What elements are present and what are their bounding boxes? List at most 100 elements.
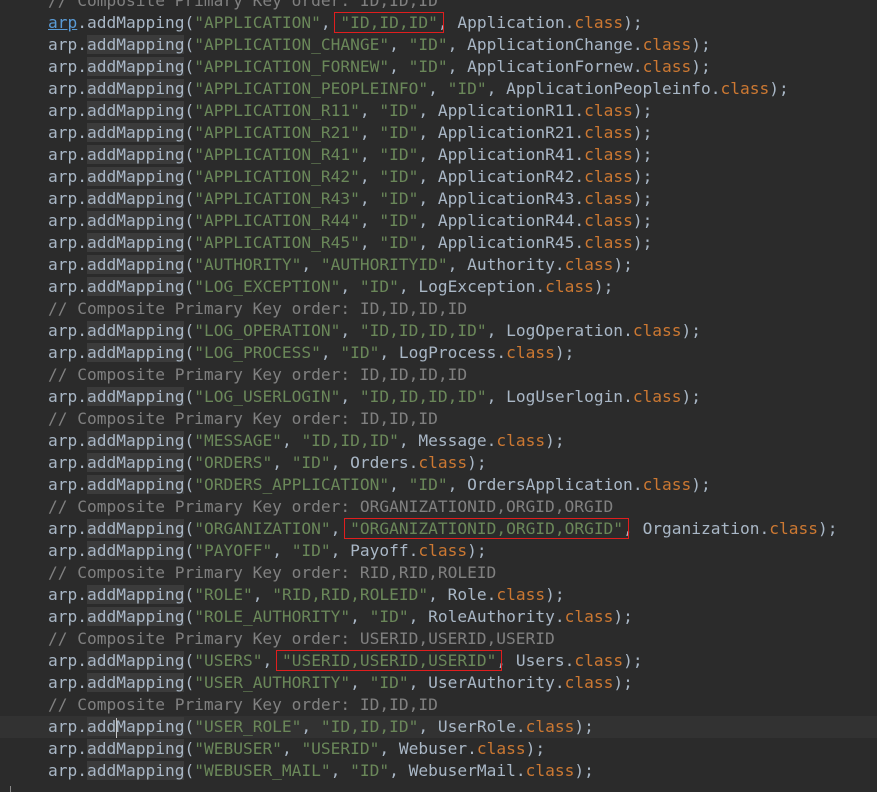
dot: . bbox=[77, 321, 87, 340]
code-line[interactable]: arp.addMapping("APPLICATION_CHANGE", "ID… bbox=[0, 34, 877, 56]
comma: , bbox=[379, 343, 399, 362]
code-line[interactable]: arp.addMapping("USER_ROLE", "ID,ID,ID", … bbox=[0, 716, 877, 738]
class-name: ApplicationR21 bbox=[437, 123, 575, 142]
dot: . bbox=[759, 519, 770, 538]
close-paren-semicolon: ); bbox=[632, 101, 653, 120]
class-name: Role bbox=[447, 585, 487, 604]
comma: , bbox=[437, 13, 458, 32]
object-ref: arp bbox=[48, 651, 78, 670]
code-line[interactable]: arp.addMapping("APPLICATION_R45", "ID", … bbox=[0, 232, 877, 254]
code-editor[interactable]: // Composite Primary Key order: ID,ID,ID… bbox=[0, 0, 877, 792]
code-line[interactable]: arp.addMapping("APPLICATION_PEOPLEINFO",… bbox=[0, 78, 877, 100]
comma: , bbox=[418, 145, 438, 164]
comma: , bbox=[486, 387, 507, 406]
class-name: Users bbox=[515, 651, 565, 670]
close-paren-semicolon: ); bbox=[623, 13, 643, 32]
code-line[interactable]: arp.addMapping("USER_AUTHORITY", "ID", U… bbox=[0, 672, 877, 694]
code-line[interactable]: arp.addMapping("LOG_OPERATION", "ID,ID,I… bbox=[0, 320, 877, 342]
code-line[interactable]: arp.addMapping("LOG_PROCESS", "ID", LogP… bbox=[0, 342, 877, 364]
table-name-string: "PAYOFF" bbox=[194, 541, 273, 560]
dot: . bbox=[77, 651, 87, 670]
primary-key-string: "ID" bbox=[369, 673, 409, 692]
code-line[interactable]: arp.addMapping("APPLICATION_R43", "ID", … bbox=[0, 188, 877, 210]
primary-key-string: "ID" bbox=[291, 541, 331, 560]
code-line[interactable]: arp.addMapping("APPLICATION_R11", "ID", … bbox=[0, 100, 877, 122]
table-name-string: "LOG_OPERATION" bbox=[194, 321, 341, 340]
close-paren-semicolon: ); bbox=[632, 145, 653, 164]
dot: . bbox=[77, 739, 87, 758]
class-keyword: class bbox=[564, 607, 614, 626]
open-paren: ( bbox=[184, 431, 195, 450]
dot: . bbox=[496, 343, 507, 362]
code-line[interactable]: arp.addMapping("APPLICATION_R42", "ID", … bbox=[0, 166, 877, 188]
primary-key-string: "ID" bbox=[408, 35, 448, 54]
code-line[interactable]: arp.addMapping("MESSAGE", "ID,ID,ID", Me… bbox=[0, 430, 877, 452]
close-paren-semicolon: ); bbox=[681, 387, 702, 406]
comma: , bbox=[408, 607, 429, 626]
code-line[interactable]: arp.addMapping("APPLICATION_FORNEW", "ID… bbox=[0, 56, 877, 78]
class-keyword: class bbox=[506, 343, 555, 362]
open-paren: ( bbox=[184, 167, 195, 186]
comma: , bbox=[301, 255, 321, 274]
comma: , bbox=[389, 57, 409, 76]
comma: , bbox=[389, 35, 409, 54]
table-name-string: "APPLICATION_R43" bbox=[194, 189, 360, 208]
method-name: addMapping bbox=[87, 607, 185, 626]
code-line[interactable]: arp.addMapping("APPLICATION_R44", "ID", … bbox=[0, 210, 877, 232]
comma: , bbox=[350, 673, 370, 692]
object-ref: arp bbox=[48, 167, 78, 186]
comment-line[interactable]: // Composite Primary Key order: ID,ID,ID… bbox=[0, 364, 877, 386]
object-ref: arp bbox=[48, 277, 78, 296]
comment-line[interactable]: // Composite Primary Key order: USERID,U… bbox=[0, 628, 877, 650]
open-paren: ( bbox=[184, 453, 195, 472]
comment-line[interactable]: // Composite Primary Key order: ID,ID,ID bbox=[0, 408, 877, 430]
primary-key-string: "ID" bbox=[359, 277, 399, 296]
table-name-string: "WEBUSER" bbox=[194, 739, 282, 758]
code-line[interactable]: arp.addMapping("WEBUSER", "USERID", Webu… bbox=[0, 738, 877, 760]
comment-line[interactable]: // Composite Primary Key order: ID,ID,ID bbox=[0, 694, 877, 716]
table-name-string: "USERS" bbox=[194, 651, 263, 670]
class-keyword: class bbox=[418, 541, 468, 560]
code-line[interactable]: arp.addMapping("LOG_EXCEPTION", "ID", Lo… bbox=[0, 276, 877, 298]
close-paren-semicolon: ); bbox=[681, 321, 702, 340]
method-name: addMapping bbox=[87, 277, 185, 296]
code-line[interactable]: arp.addMapping("LOG_USERLOGIN", "ID,ID,I… bbox=[0, 386, 877, 408]
comment-line[interactable]: // Composite Primary Key order: ID,ID,ID bbox=[0, 0, 877, 12]
class-name: LogProcess bbox=[398, 343, 497, 362]
class-name: ApplicationR43 bbox=[437, 189, 575, 208]
class-keyword: class bbox=[584, 101, 633, 120]
class-keyword: class bbox=[525, 761, 575, 780]
comment-line[interactable]: // Composite Primary Key order: ID,ID,ID… bbox=[0, 298, 877, 320]
close-paren-semicolon: ); bbox=[613, 255, 633, 274]
open-paren: ( bbox=[184, 761, 195, 780]
code-line[interactable]: arp.addMapping("APPLICATION_R21", "ID", … bbox=[0, 122, 877, 144]
code-line[interactable]: arp.addMapping("ORDERS", "ID", Orders.cl… bbox=[0, 452, 877, 474]
code-line[interactable]: arp.addMapping("ROLE_AUTHORITY", "ID", R… bbox=[0, 606, 877, 628]
code-line[interactable]: arp.addMapping("AUTHORITY", "AUTHORITYID… bbox=[0, 254, 877, 276]
code-line[interactable]: arp.addMapping("PAYOFF", "ID", Payoff.cl… bbox=[0, 540, 877, 562]
comment-line[interactable]: // Composite Primary Key order: RID,RID,… bbox=[0, 562, 877, 584]
close-paren-semicolon: ); bbox=[574, 717, 594, 736]
class-name: ApplicationPeopleinfo bbox=[506, 79, 711, 98]
code-line[interactable]: arp.addMapping("APPLICATION", "ID,ID,ID"… bbox=[0, 12, 877, 34]
comma: , bbox=[496, 651, 516, 670]
code-line[interactable]: arp.addMapping("ROLE", "RID,RID,ROLEID",… bbox=[0, 584, 877, 606]
table-name-string: "APPLICATION_R41" bbox=[194, 145, 360, 164]
code-line[interactable]: arp.addMapping("ORGANIZATION", "ORGANIZA… bbox=[0, 518, 877, 540]
object-ref: arp bbox=[48, 13, 78, 32]
method-name: addMapping bbox=[87, 585, 185, 604]
object-ref: arp bbox=[48, 673, 78, 692]
comma: , bbox=[359, 189, 380, 208]
code-line[interactable]: arp.addMapping("APPLICATION_R41", "ID", … bbox=[0, 144, 877, 166]
open-paren: ( bbox=[184, 233, 195, 252]
code-line[interactable]: arp.addMapping("USERS", "USERID,USERID,U… bbox=[0, 650, 877, 672]
comment-text: // Composite Primary Key order: ID,ID,ID bbox=[48, 409, 438, 428]
open-paren: ( bbox=[184, 387, 195, 406]
table-name-string: "LOG_PROCESS" bbox=[194, 343, 321, 362]
code-line[interactable]: arp.addMapping("ORDERS_APPLICATION", "ID… bbox=[0, 474, 877, 496]
comment-line[interactable]: // Composite Primary Key order: ORGANIZA… bbox=[0, 496, 877, 518]
code-line[interactable]: arp.addMapping("WEBUSER_MAIL", "ID", Web… bbox=[0, 760, 877, 782]
table-name-string: "APPLICATION_CHANGE" bbox=[194, 35, 390, 54]
table-name-string: "ROLE_AUTHORITY" bbox=[194, 607, 351, 626]
dot: . bbox=[77, 233, 87, 252]
